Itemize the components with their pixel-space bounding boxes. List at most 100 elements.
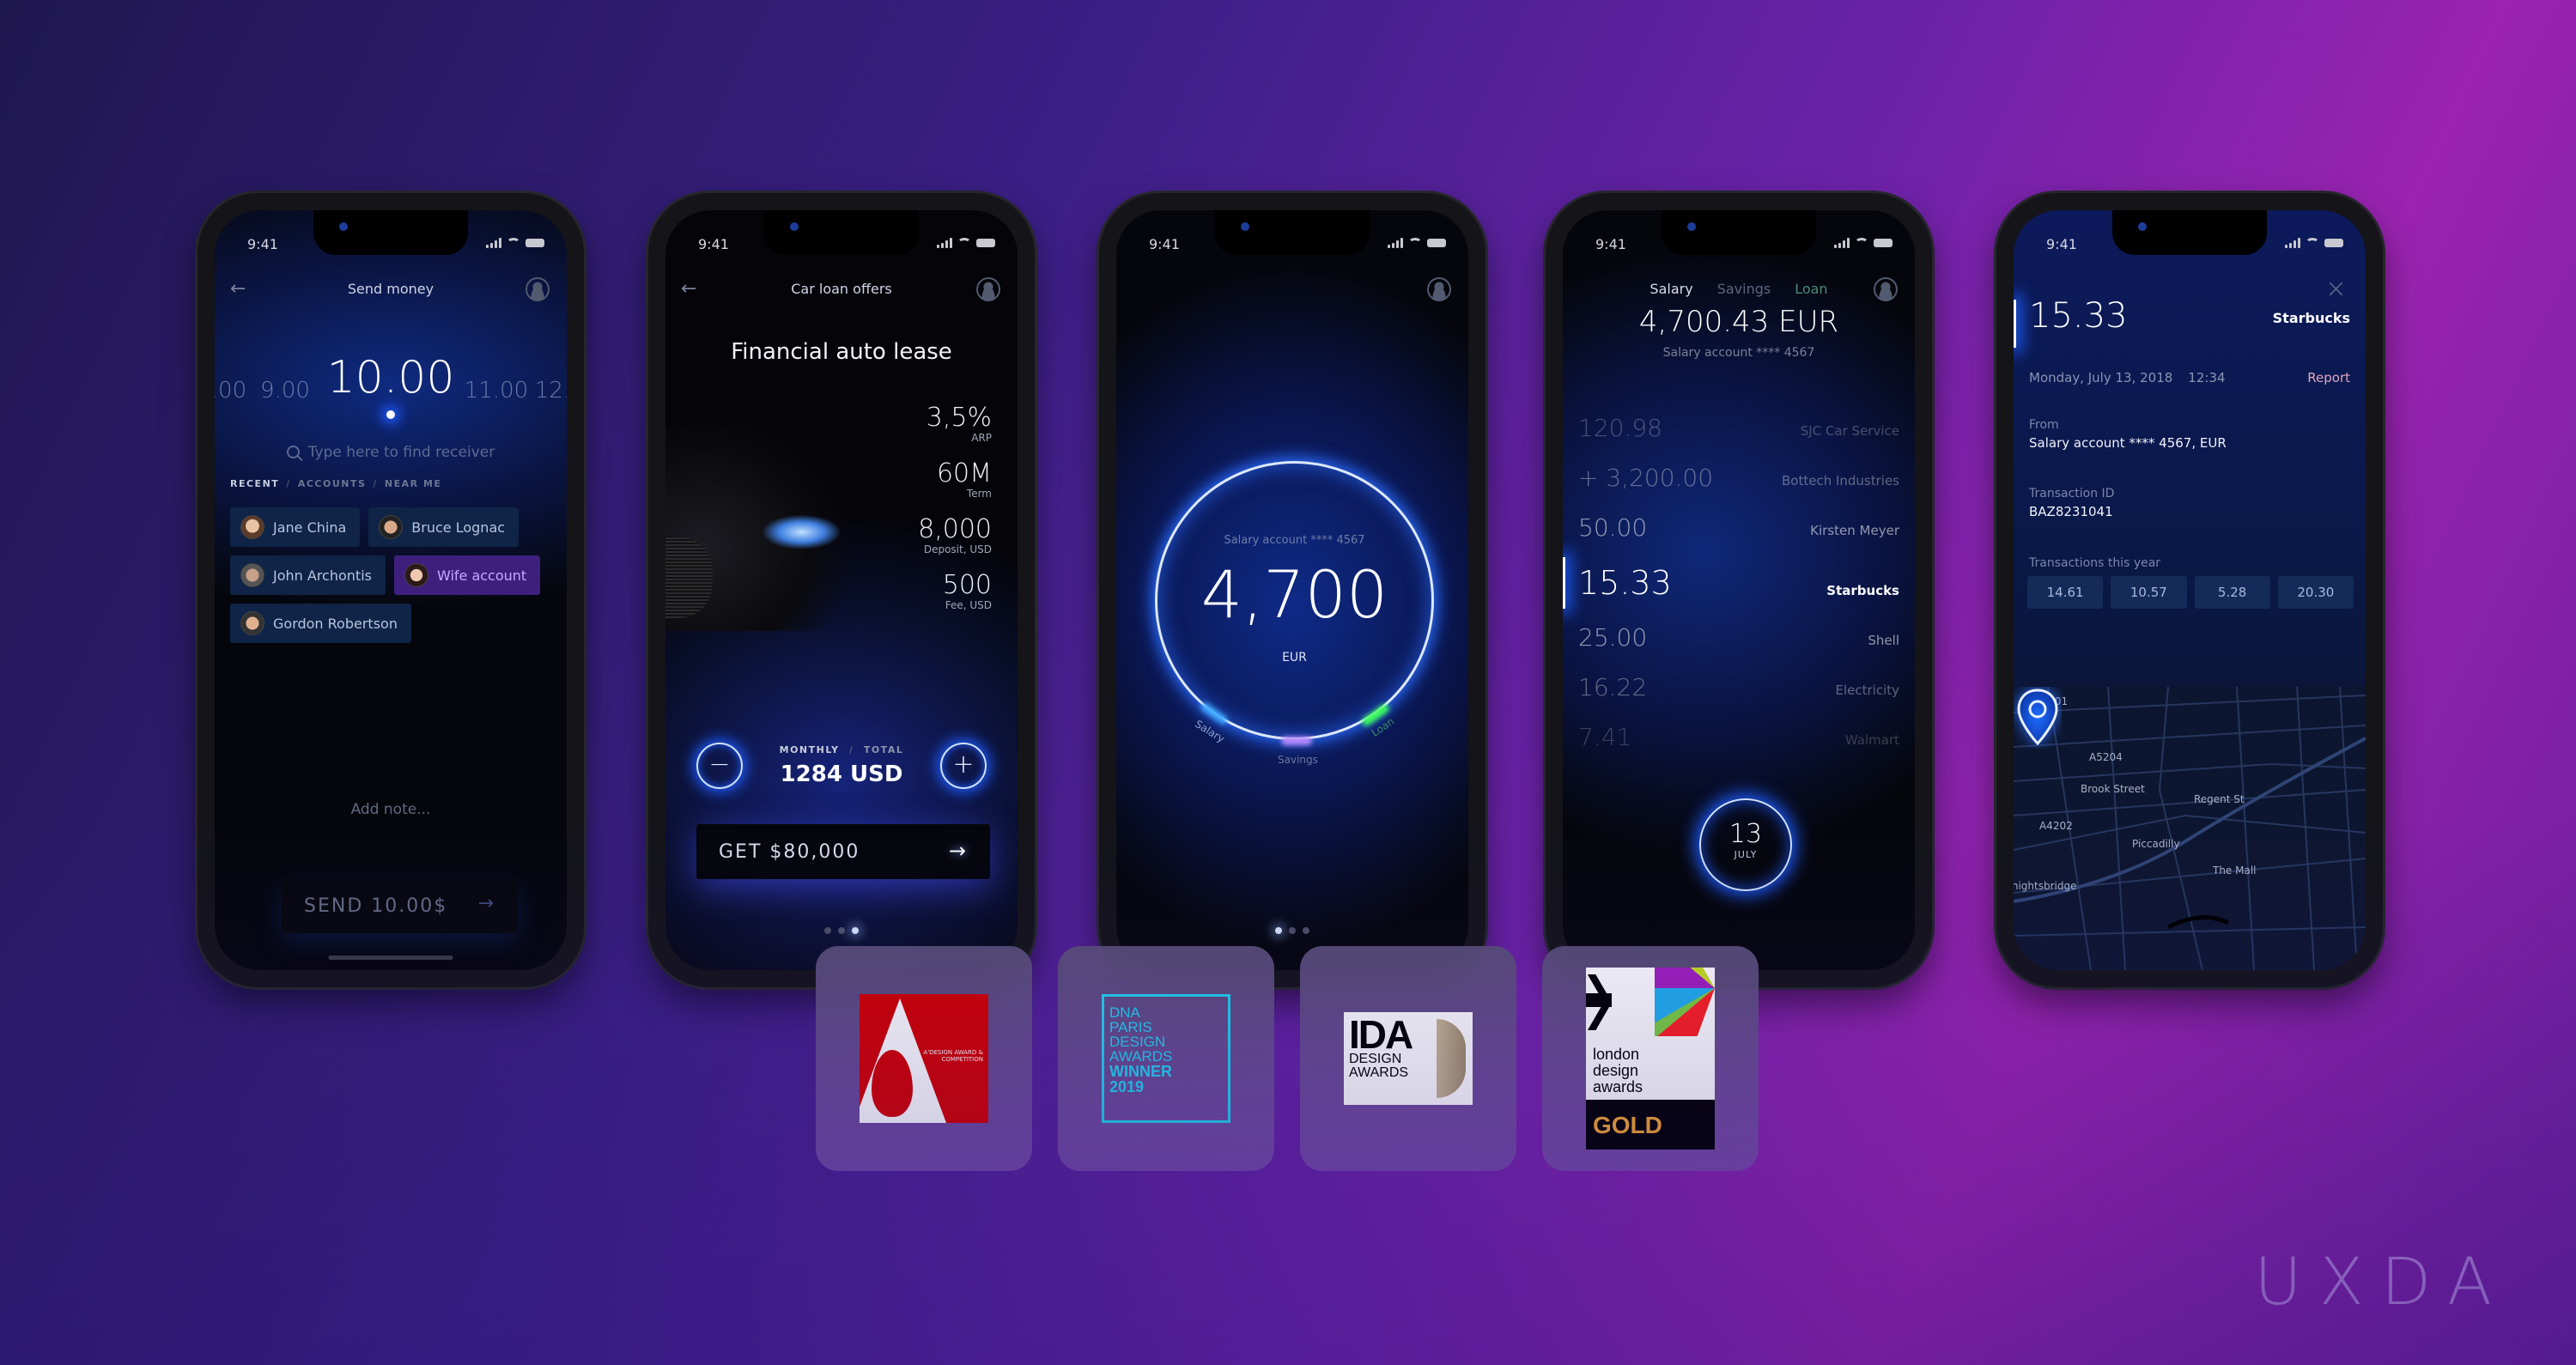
contact-chip[interactable]: Jane China [230,507,361,547]
receiver-search[interactable]: Type here to find receiver [215,444,567,461]
contact-chip[interactable]: Bruce Lognac [368,507,519,547]
car-image [665,425,854,631]
increase-button[interactable]: + [940,743,987,789]
amount-option[interactable]: 12.00 [535,378,567,403]
car-grille [665,537,713,618]
profile-icon[interactable] [526,277,550,301]
profile-icon[interactable] [1427,277,1451,301]
brand-logo: UXDA [2254,1243,2509,1320]
avatar [240,611,264,635]
filter-accounts[interactable]: ACCOUNTS [298,478,367,489]
get-loan-button[interactable]: GET $80,000 → [696,824,990,879]
page-dot[interactable] [838,927,845,934]
page-indicator [665,927,1018,934]
battery-icon [526,239,544,247]
tx-merchant: Kirsten Meyer [1810,523,1899,538]
balance-ring[interactable]: Salary account **** 4567 4,700 EUR Salar… [1155,461,1434,766]
profile-icon[interactable] [1874,277,1898,301]
account-label: Salary account **** 4567 [1662,346,1815,360]
loan-stats: 3,5% ARP 60M Term 8,000 Deposit, USD 500 Fee… [918,403,992,627]
status-time: 9:41 [1149,236,1180,252]
tx-amount: 16.22 [1578,673,1648,701]
segment-label-savings[interactable]: Savings [1278,754,1318,766]
report-link[interactable]: Report [2307,370,2350,385]
year-transaction-chip[interactable]: 14.61 [2027,576,2104,609]
camera [2138,222,2147,231]
award-winner: WINNER [1109,1063,1172,1080]
tx-merchant: Bottech Industries [1781,473,1899,488]
rainbow-icon [1655,968,1715,1036]
status-time: 9:41 [2046,236,2077,252]
field-label: Transaction ID [2029,487,2115,500]
screen: 9:41 Salary account **** 4567 4,700 EUR … [1116,210,1468,970]
stat-label: ARP [971,432,992,444]
page-dot-active[interactable] [852,927,859,934]
transaction-row[interactable]: 25.00 Shell [1563,610,1915,660]
search-placeholder[interactable]: Type here to find receiver [308,444,495,461]
amount-option[interactable]: 11.00 [465,378,528,403]
amount-indicator-dot [386,410,395,419]
note-input[interactable]: Add note... [215,801,567,818]
transaction-row[interactable]: + 3,200.00 Bottech Industries [1563,451,1915,500]
back-arrow-icon[interactable]: ← [230,272,246,306]
camera [790,222,799,231]
status-bar: 9:41 [1563,236,1915,257]
date-selector[interactable]: 13 JULY [1699,798,1792,891]
mode-monthly[interactable]: MONTHLY [780,744,840,755]
wifi-icon [957,238,971,248]
profile-icon[interactable] [976,277,1000,301]
transaction-row-selected[interactable]: 15.33 Starbucks [1563,550,1915,610]
amount-option[interactable]: 8.00 [215,378,246,403]
signal-icon [1388,238,1403,248]
transaction-row[interactable]: 7.41 Walmart [1563,710,1915,760]
award-text: DNA [1109,1004,1140,1021]
avatar [240,515,264,539]
status-time: 9:41 [247,236,278,252]
filter-recent[interactable]: RECENT [230,478,279,489]
contact-chip-selected[interactable]: Wife account [393,555,541,595]
send-button[interactable]: SEND 10.00$ → [282,878,518,933]
phone-transaction-detail: 9:41 × 15.33 Starbucks Monday, July 13, … [1996,193,2383,987]
transaction-row[interactable]: 120.98 SJC Car Service [1563,401,1915,451]
selected-amount[interactable]: 10.00 [327,352,455,403]
transaction-row[interactable]: 50.00 Kirsten Meyer [1563,500,1915,550]
filter-near-me[interactable]: NEAR ME [385,478,442,489]
page-dot[interactable] [824,927,831,934]
balance-currency: EUR [1282,651,1307,664]
contact-chip[interactable]: Gordon Robertson [230,604,411,643]
year-transaction-chip[interactable]: 20.30 [2277,576,2354,609]
tx-merchant: Electricity [1835,682,1899,698]
transaction-row[interactable]: 16.22 Electricity [1563,660,1915,710]
back-arrow-icon[interactable]: ← [681,272,696,306]
screen: 9:41 Salary Savings Loan 4,700.43 EUR Sala… [1563,210,1915,970]
tab-loan[interactable]: Loan [1795,281,1827,297]
avatar [240,563,264,587]
page-dot[interactable] [1289,927,1296,934]
map-label: Brook Street [2081,783,2145,795]
tab-savings[interactable]: Savings [1717,281,1771,297]
tx-merchant: Shell [1868,633,1899,648]
award-text: PARIS [1109,1019,1152,1035]
get-loan-label: GET $80,000 [719,840,860,863]
home-indicator[interactable] [328,956,453,960]
location-map[interactable]: A501 A5204 Brook Street Regent St A4202 … [2014,687,2366,970]
contact-list: Jane China Bruce Lognac John Archontis W… [230,507,555,643]
page-dot-active[interactable] [1275,927,1282,934]
map-label: A4202 [2039,820,2073,832]
account-label: Salary account **** 4567 [1224,534,1365,547]
contact-chip[interactable]: John Archontis [230,555,386,595]
payment-stepper: − MONTHLY / TOTAL 1284 USD + [665,736,1018,796]
tab-salary[interactable]: Salary [1649,281,1692,297]
mode-total[interactable]: TOTAL [864,744,904,755]
amount-option[interactable]: 9.00 [260,378,310,403]
year-transaction-chip[interactable]: 10.57 [2111,576,2187,609]
amount-picker[interactable]: 8.00 9.00 10.00 11.00 12.00 [215,343,567,403]
status-bar: 9:41 [2014,236,2366,257]
page-dot[interactable] [1303,927,1309,934]
location-pin-icon[interactable] [2014,687,2062,749]
avatar [404,563,428,587]
camera [339,222,348,231]
year-transaction-chip[interactable]: 5.28 [2194,576,2270,609]
tx-amount: 50.00 [1578,513,1648,542]
ring-segment-savings[interactable] [1281,737,1312,745]
